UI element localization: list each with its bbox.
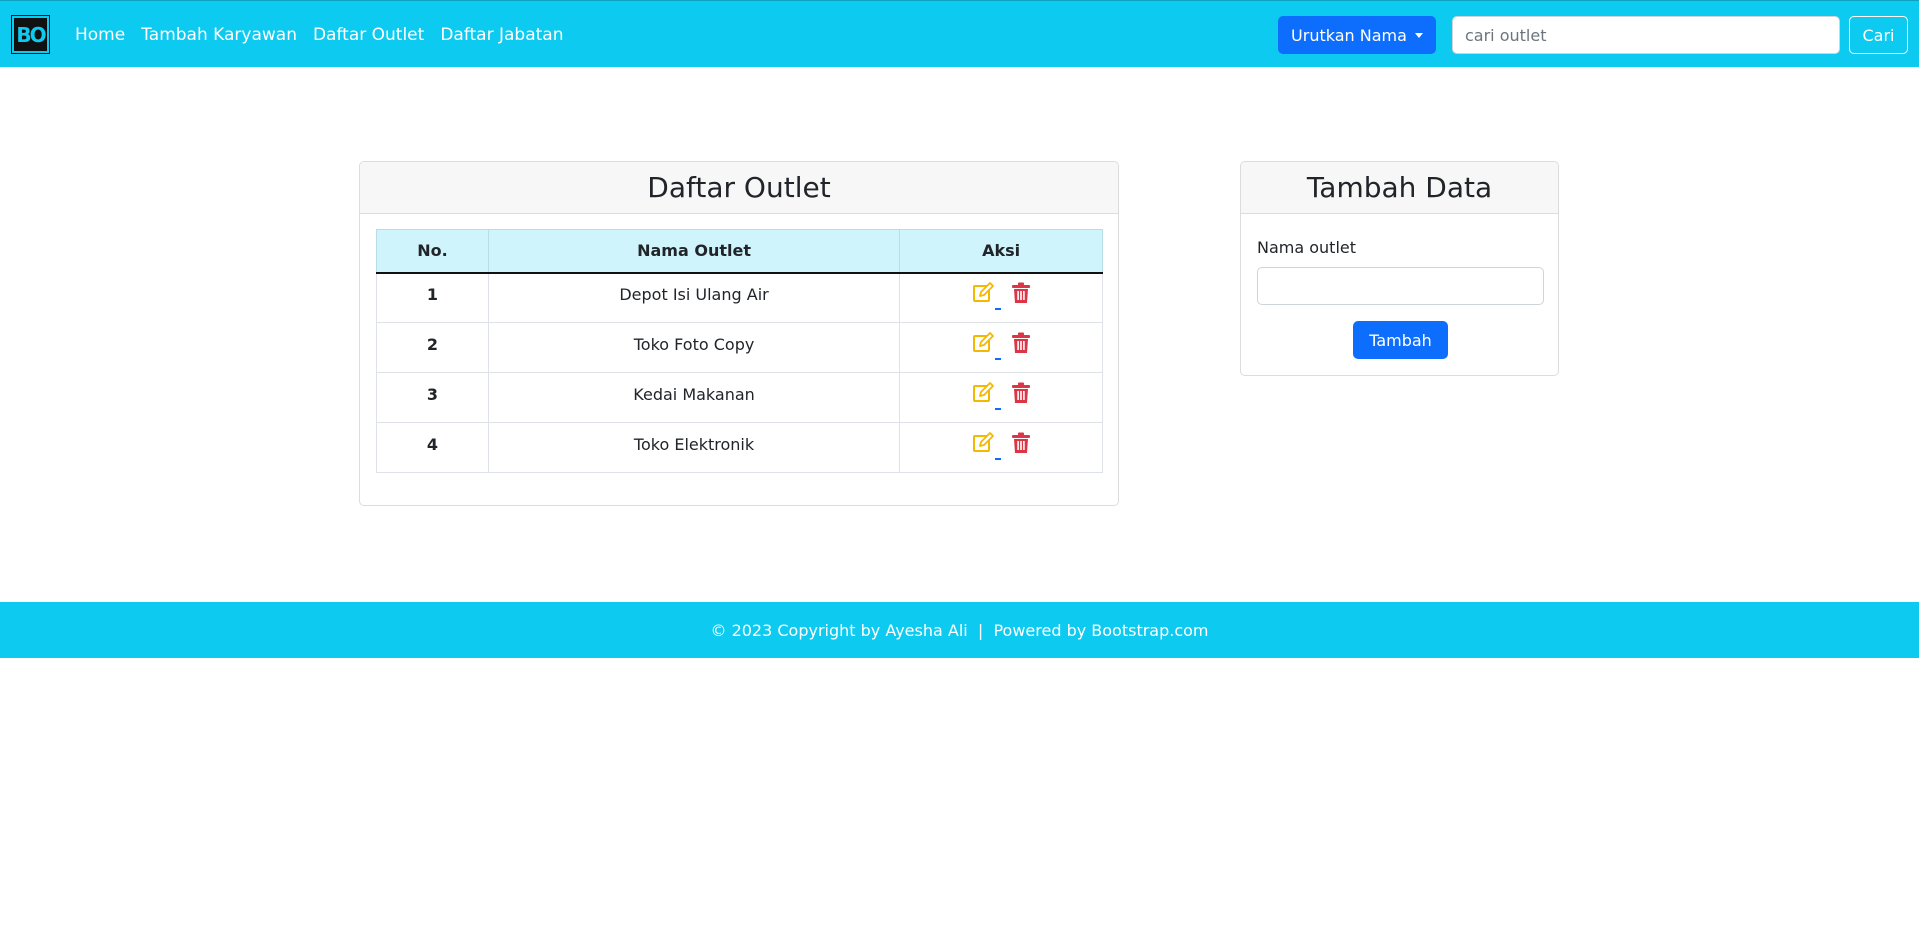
sort-dropdown-button[interactable]: Urutkan Nama [1278, 16, 1436, 54]
outlet-name-cell: Depot Isi Ulang Air [487, 272, 901, 323]
nav-link-daftar-jabatan[interactable]: Daftar Jabatan [440, 25, 563, 45]
row-number: 1 [376, 272, 489, 323]
search-button[interactable]: Cari [1849, 16, 1908, 54]
row-actions [972, 431, 1031, 460]
table-header-row: No. Nama Outlet Aksi [376, 229, 1103, 274]
outlet-name-cell: Kedai Makanan [487, 372, 901, 423]
caret-down-icon [1414, 32, 1423, 38]
add-data-card: Tambah Data Nama outlet Tambah [1240, 161, 1559, 376]
row-actions [972, 281, 1031, 310]
row-actions [972, 381, 1031, 410]
outlet-list-card: Daftar Outlet No. Nama Outlet Aksi 1 Depo… [359, 161, 1119, 506]
edit-link[interactable] [972, 281, 1001, 310]
delete-link[interactable] [1011, 382, 1031, 408]
trash-icon [1011, 332, 1031, 358]
delete-link[interactable] [1011, 432, 1031, 458]
outlet-name-cell: Toko Elektronik [487, 422, 901, 473]
edit-link[interactable] [972, 381, 1001, 410]
nav-links: Home Tambah Karyawan Daftar Outlet Dafta… [75, 1, 563, 68]
actions-cell [899, 272, 1103, 323]
sort-button-label: Urutkan Nama [1291, 25, 1407, 45]
edit-icon [972, 331, 994, 358]
actions-cell [899, 322, 1103, 373]
delete-link[interactable] [1011, 282, 1031, 308]
row-number: 2 [376, 322, 489, 373]
outlet-name-cell: Toko Foto Copy [487, 322, 901, 373]
link-underline [994, 407, 1001, 410]
brand-logo[interactable]: BO [11, 15, 50, 54]
edit-link[interactable] [972, 431, 1001, 460]
edit-icon [972, 381, 994, 408]
row-actions [972, 331, 1031, 360]
top-navbar: BO Home Tambah Karyawan Daftar Outlet Da… [0, 0, 1919, 67]
column-header-aksi: Aksi [899, 229, 1103, 274]
link-underline [994, 357, 1001, 360]
row-number: 4 [376, 422, 489, 473]
actions-cell [899, 372, 1103, 423]
column-header-name: Nama Outlet [487, 229, 901, 274]
search-input[interactable] [1452, 16, 1840, 54]
outlet-table: No. Nama Outlet Aksi 1 Depot Isi Ulang Ai… [376, 229, 1103, 473]
table-row: 1 Depot Isi Ulang Air [376, 272, 1103, 323]
trash-icon [1011, 382, 1031, 408]
outlet-name-input[interactable] [1257, 267, 1544, 305]
trash-icon [1011, 282, 1031, 308]
actions-cell [899, 422, 1103, 473]
table-row: 3 Kedai Makanan [376, 372, 1103, 423]
edit-icon [972, 431, 994, 458]
link-underline [994, 307, 1001, 310]
trash-icon [1011, 432, 1031, 458]
nav-link-tambah-karyawan[interactable]: Tambah Karyawan [141, 25, 297, 45]
outlet-card-title: Daftar Outlet [360, 162, 1118, 214]
outlet-name-label: Nama outlet [1257, 238, 1357, 257]
column-header-no: No. [376, 229, 489, 274]
edit-link[interactable] [972, 331, 1001, 360]
brand-text: BO [16, 22, 46, 47]
edit-icon [972, 281, 994, 308]
nav-link-daftar-outlet[interactable]: Daftar Outlet [313, 25, 424, 45]
footer-text: © 2023 Copyright by Ayesha Ali | Powered… [710, 620, 1209, 640]
table-row: 2 Toko Foto Copy [376, 322, 1103, 373]
link-underline [994, 457, 1001, 460]
footer: © 2023 Copyright by Ayesha Ali | Powered… [0, 602, 1919, 658]
add-button[interactable]: Tambah [1353, 321, 1448, 359]
table-row: 4 Toko Elektronik [376, 422, 1103, 473]
add-card-title: Tambah Data [1241, 162, 1558, 214]
delete-link[interactable] [1011, 332, 1031, 358]
nav-link-home[interactable]: Home [75, 25, 125, 45]
row-number: 3 [376, 372, 489, 423]
